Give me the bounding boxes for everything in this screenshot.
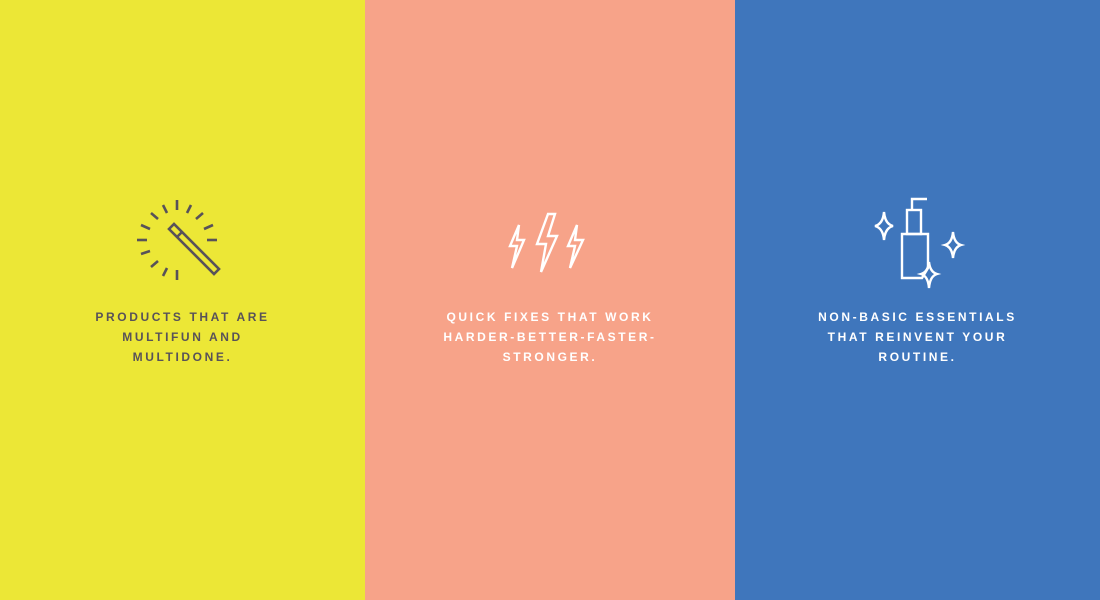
sparkling-pump-bottle-icon xyxy=(868,196,968,296)
feature-panel-quick-fixes: QUICK FIXES THAT WORK HARDER-BETTER-FAST… xyxy=(365,0,735,600)
feature-panels: PRODUCTS THAT ARE MULTIFUN AND MULTIDONE… xyxy=(0,0,1100,600)
caption-line: MULTIDONE. xyxy=(132,350,233,364)
caption-line: PRODUCTS THAT ARE xyxy=(95,310,270,324)
caption-line: MULTIFUN AND xyxy=(122,330,243,344)
caption-line: STRONGER. xyxy=(502,350,598,364)
feature-panel-multifun: PRODUCTS THAT ARE MULTIFUN AND MULTIDONE… xyxy=(0,0,365,600)
lightning-bolts-icon xyxy=(500,196,600,296)
caption-line: HARDER-BETTER-FASTER- xyxy=(443,330,657,344)
caption-line: ROUTINE. xyxy=(878,350,957,364)
feature-caption: QUICK FIXES THAT WORK HARDER-BETTER-FAST… xyxy=(430,307,670,367)
feature-panel-essentials: NON-BASIC ESSENTIALS THAT REINVENT YOUR … xyxy=(735,0,1100,600)
caption-line: QUICK FIXES THAT WORK xyxy=(446,310,654,324)
feature-caption: NON-BASIC ESSENTIALS THAT REINVENT YOUR … xyxy=(798,307,1038,367)
magic-wand-icon xyxy=(133,196,233,296)
caption-line: NON-BASIC ESSENTIALS xyxy=(818,310,1017,324)
caption-line: THAT REINVENT YOUR xyxy=(827,330,1008,344)
feature-caption: PRODUCTS THAT ARE MULTIFUN AND MULTIDONE… xyxy=(63,307,303,367)
